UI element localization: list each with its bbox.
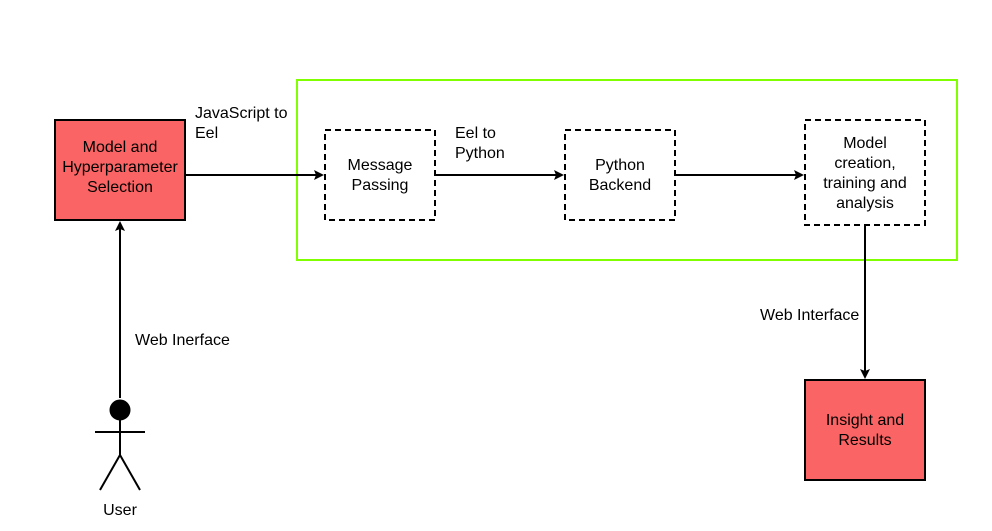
- node-python-backend: Python Backend: [565, 130, 675, 220]
- node-message-passing-line2: Passing: [352, 177, 409, 194]
- edge-eel-to-python-label-line2: Python: [455, 145, 505, 162]
- edge-to-insight-label: Web Interface: [760, 307, 859, 324]
- node-insight-results: Insight and Results: [805, 380, 925, 480]
- node-insight-results-line1: Insight and: [826, 412, 904, 429]
- edge-js-to-eel-label-line2: Eel: [195, 125, 218, 142]
- node-model-selection-line2: Hyperparameter: [62, 159, 178, 176]
- architecture-diagram: Model and Hyperparameter Selection Messa…: [0, 0, 992, 531]
- actor-user: User: [95, 400, 145, 519]
- actor-user-label: User: [103, 502, 137, 519]
- node-model-selection: Model and Hyperparameter Selection: [55, 120, 185, 220]
- node-model-creation: Model creation, training and analysis: [805, 120, 925, 225]
- edge-user-to-model-label: Web Inerface: [135, 332, 230, 349]
- node-message-passing: Message Passing: [325, 130, 435, 220]
- edge-eel-to-python-label-line1: Eel to: [455, 125, 496, 142]
- node-insight-results-line2: Results: [838, 432, 891, 449]
- node-python-backend-line2: Backend: [589, 177, 651, 194]
- node-model-selection-line3: Selection: [87, 179, 153, 196]
- edge-js-to-eel-label-line1: JavaScript to: [195, 105, 288, 122]
- node-model-creation-line4: analysis: [836, 195, 894, 212]
- node-model-selection-line1: Model and: [83, 139, 158, 156]
- node-model-creation-line2: creation,: [834, 155, 895, 172]
- node-python-backend-line1: Python: [595, 157, 645, 174]
- node-model-creation-line3: training and: [823, 175, 907, 192]
- node-model-creation-line1: Model: [843, 135, 887, 152]
- node-message-passing-line1: Message: [348, 157, 413, 174]
